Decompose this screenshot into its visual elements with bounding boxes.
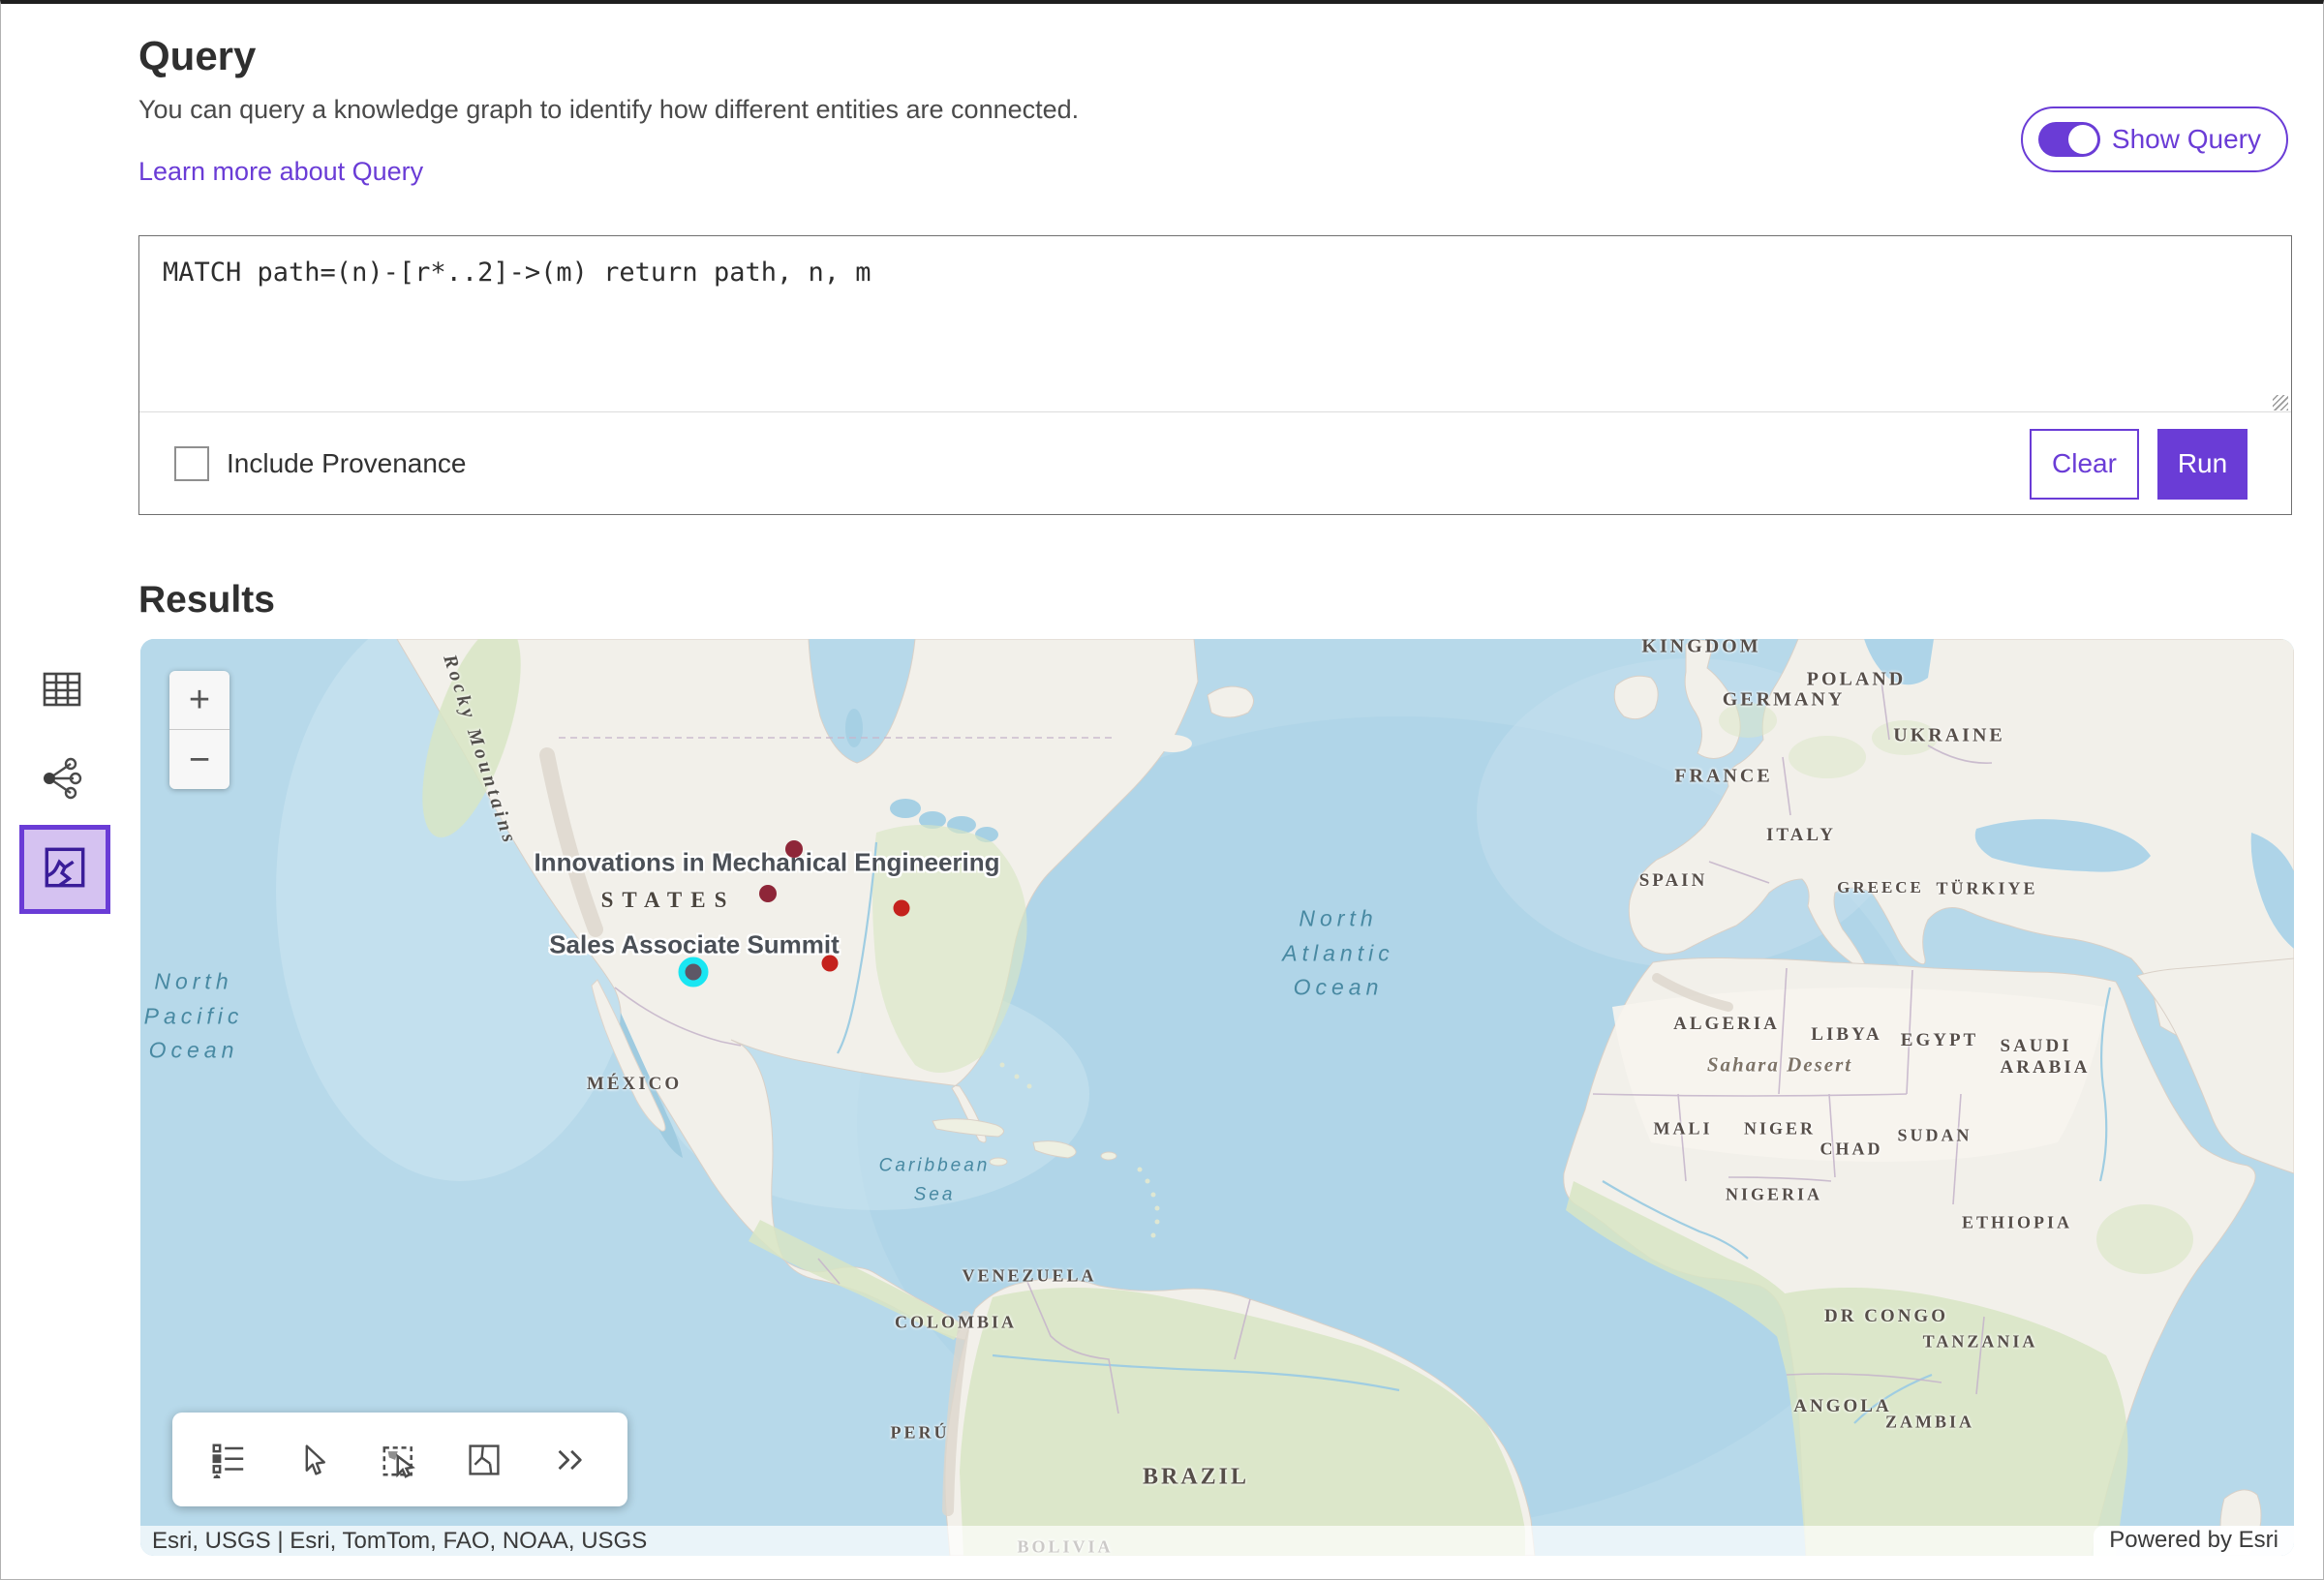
map-point[interactable] xyxy=(759,885,777,902)
map-attribution: Esri, USGS | Esri, TomTom, FAO, NOAA, US… xyxy=(140,1528,658,1555)
include-provenance-label: Include Provenance xyxy=(227,448,467,479)
toggle-knob xyxy=(2068,125,2097,154)
run-button[interactable]: Run xyxy=(2157,429,2248,500)
pointer-icon[interactable] xyxy=(292,1439,335,1481)
toggle-switch-icon xyxy=(2038,122,2100,157)
table-view-button[interactable] xyxy=(43,672,81,710)
map-toolbar xyxy=(172,1413,627,1506)
map-attribution-bar: Esri, USGS | Esri, TomTom, FAO, NOAA, US… xyxy=(140,1526,2294,1556)
zoom-in-button[interactable]: + xyxy=(169,671,229,730)
query-panel: MATCH path=(n)-[r*..2]->(m) return path,… xyxy=(138,235,2292,515)
zoom-out-button[interactable]: − xyxy=(169,730,229,789)
page-description: You can query a knowledge graph to ident… xyxy=(138,95,1079,125)
include-provenance-row[interactable]: Include Provenance xyxy=(174,446,467,481)
expand-toolbar-icon[interactable] xyxy=(547,1441,594,1479)
table-icon xyxy=(43,695,81,710)
map-view-button[interactable] xyxy=(19,825,110,914)
query-input[interactable]: MATCH path=(n)-[r*..2]->(m) return path,… xyxy=(139,236,2291,412)
clear-button[interactable]: Clear xyxy=(2030,429,2139,500)
show-query-label: Show Query xyxy=(2112,124,2261,155)
graph-view-button[interactable] xyxy=(41,757,83,803)
map-point[interactable] xyxy=(679,957,709,988)
results-map[interactable]: KINGDOMPOLANDGERMANYUKRAINEFRANCEITALYSP… xyxy=(140,639,2294,1556)
map-event-label: Sales Associate Summit xyxy=(549,930,840,960)
textarea-resize-grip[interactable] xyxy=(2273,395,2288,410)
map-event-label: Innovations in Mechanical Engineering xyxy=(534,848,999,878)
select-features-icon[interactable] xyxy=(377,1438,421,1482)
map-legend-icon[interactable] xyxy=(206,1438,251,1482)
learn-more-link[interactable]: Learn more about Query xyxy=(138,157,423,187)
results-title: Results xyxy=(138,579,275,622)
include-provenance-checkbox[interactable] xyxy=(174,446,209,481)
powered-by-esri: Powered by Esri xyxy=(2094,1526,2294,1557)
map-icon xyxy=(43,845,87,895)
draw-select-icon[interactable] xyxy=(463,1439,505,1481)
graph-icon xyxy=(41,788,83,803)
query-actions-row: Include Provenance Clear Run xyxy=(139,413,2291,514)
map-point[interactable] xyxy=(822,956,839,972)
map-zoom-control: + − xyxy=(169,671,229,789)
map-point[interactable] xyxy=(785,840,803,858)
show-query-toggle[interactable]: Show Query xyxy=(2021,106,2288,172)
map-point[interactable] xyxy=(894,900,910,917)
page-title: Query xyxy=(138,33,256,79)
